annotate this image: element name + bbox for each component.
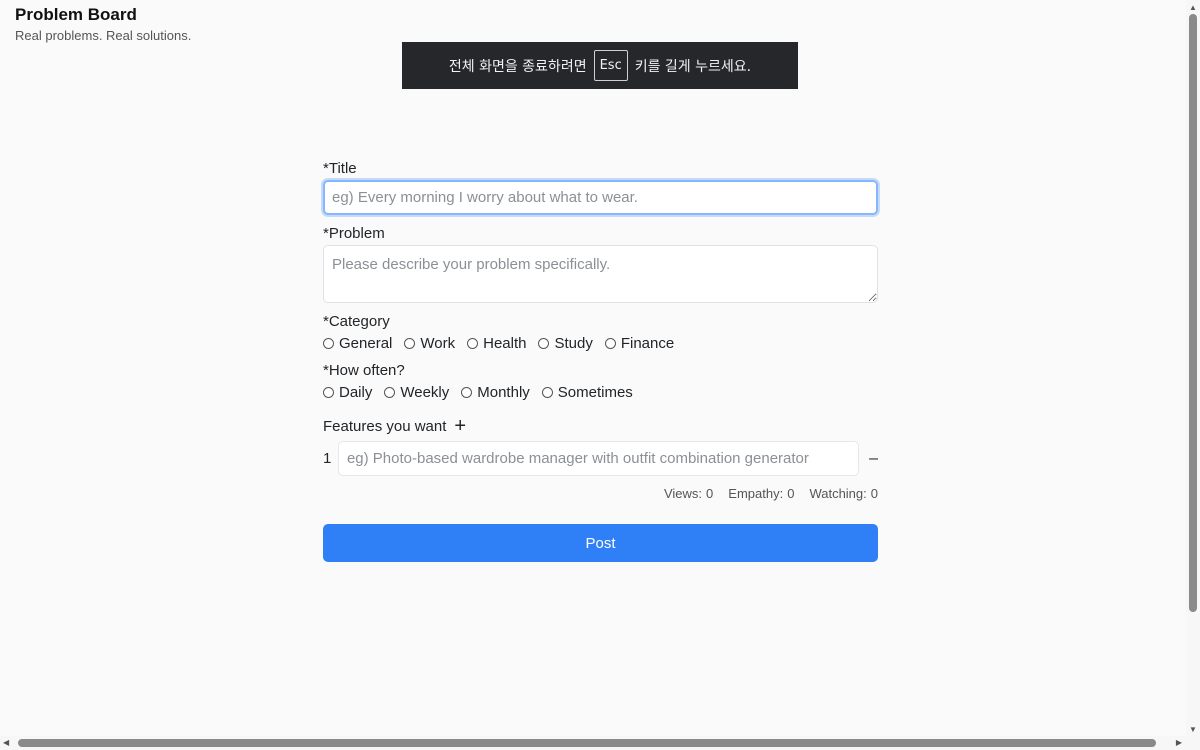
frequency-option-label: Sometimes bbox=[557, 384, 633, 401]
feature-input[interactable] bbox=[337, 441, 860, 476]
radio-circle-icon[interactable] bbox=[461, 387, 473, 398]
vertical-scrollbar[interactable]: ▲ ▼ bbox=[1186, 0, 1200, 736]
category-option-label: Work bbox=[420, 335, 456, 352]
radio-circle-icon[interactable] bbox=[467, 338, 479, 349]
category-option-finance[interactable]: Finance bbox=[604, 335, 675, 352]
radio-circle-icon[interactable] bbox=[604, 338, 616, 349]
frequency-options: Daily Weekly Monthly Sometimes bbox=[323, 384, 878, 401]
title-label: *Title bbox=[323, 160, 357, 177]
features-group: Features you want + 1 – bbox=[323, 416, 878, 476]
radio-circle-icon[interactable] bbox=[323, 387, 334, 398]
title-group: *Title bbox=[323, 160, 878, 215]
radio-circle-icon[interactable] bbox=[541, 387, 553, 398]
scroll-down-arrow-icon[interactable]: ▼ bbox=[1189, 725, 1197, 734]
category-group: *Category General Work Health Study Fina… bbox=[323, 313, 878, 352]
frequency-label: *How often? bbox=[323, 362, 405, 379]
feature-row: 1 – bbox=[323, 441, 878, 476]
brand-header: Problem Board Real problems. Real soluti… bbox=[15, 6, 191, 43]
category-option-label: Health bbox=[483, 335, 527, 352]
empathy-stat: Empathy: 0 bbox=[728, 486, 794, 501]
watching-stat: Watching: 0 bbox=[809, 486, 878, 501]
horizontal-scroll-thumb[interactable] bbox=[18, 739, 1156, 747]
radio-circle-icon[interactable] bbox=[384, 387, 396, 398]
views-count: 0 bbox=[706, 486, 714, 501]
views-stat: Views: 0 bbox=[664, 486, 713, 501]
frequency-option-monthly[interactable]: Monthly bbox=[461, 384, 530, 401]
radio-circle-icon[interactable] bbox=[404, 338, 416, 349]
scroll-left-arrow-icon[interactable]: ◀ bbox=[3, 738, 9, 747]
category-option-general[interactable]: General bbox=[323, 335, 392, 352]
frequency-option-sometimes[interactable]: Sometimes bbox=[541, 384, 633, 401]
scroll-right-arrow-icon[interactable]: ▶ bbox=[1176, 738, 1182, 747]
brand-subtitle: Real problems. Real solutions. bbox=[15, 28, 192, 43]
esc-key-badge: Esc bbox=[593, 50, 628, 81]
fullscreen-exit-notice: 전체 화면을 종료하려면 Esc 키를 길게 누르세요. bbox=[402, 42, 798, 89]
empathy-label: Empathy: bbox=[728, 486, 784, 501]
frequency-option-weekly[interactable]: Weekly bbox=[384, 384, 449, 401]
frequency-option-daily[interactable]: Daily bbox=[323, 384, 372, 401]
radio-circle-icon[interactable] bbox=[323, 338, 334, 349]
problem-group: *Problem bbox=[323, 225, 878, 303]
category-option-label: Study bbox=[554, 335, 593, 352]
frequency-option-label: Monthly bbox=[477, 384, 530, 401]
category-option-health[interactable]: Health bbox=[467, 335, 526, 352]
frequency-group: *How often? Daily Weekly Monthly Sometim… bbox=[323, 362, 878, 401]
brand-title: Problem Board bbox=[15, 5, 137, 24]
category-option-label: General bbox=[339, 335, 393, 352]
vertical-scroll-thumb[interactable] bbox=[1189, 14, 1197, 612]
category-option-label: Finance bbox=[620, 335, 675, 352]
views-label: Views: bbox=[663, 486, 703, 501]
horizontal-scrollbar[interactable]: ◀ ▶ bbox=[0, 736, 1200, 750]
add-feature-button[interactable]: + bbox=[454, 416, 466, 436]
category-options: General Work Health Study Finance bbox=[323, 335, 878, 352]
watching-count: 0 bbox=[870, 486, 878, 501]
title-input[interactable] bbox=[323, 180, 878, 215]
post-stats: Views: 0 Empathy: 0 Watching: 0 bbox=[323, 486, 878, 501]
fullscreen-notice-text-before: 전체 화면을 종료하려면 bbox=[448, 58, 587, 75]
features-label: Features you want bbox=[323, 417, 447, 435]
problem-post-form: *Title *Problem *Category General Work H… bbox=[323, 160, 878, 562]
problem-textarea[interactable] bbox=[323, 245, 878, 303]
category-option-work[interactable]: Work bbox=[404, 335, 455, 352]
empathy-count: 0 bbox=[787, 486, 795, 501]
fullscreen-notice-text-after: 키를 길게 누르세요. bbox=[634, 58, 752, 75]
frequency-option-label: Daily bbox=[339, 384, 373, 401]
category-option-study[interactable]: Study bbox=[538, 335, 593, 352]
radio-circle-icon[interactable] bbox=[538, 338, 550, 349]
problem-label: *Problem bbox=[323, 225, 385, 242]
scroll-up-arrow-icon[interactable]: ▲ bbox=[1189, 3, 1197, 12]
frequency-option-label: Weekly bbox=[400, 384, 450, 401]
features-header: Features you want + bbox=[323, 416, 878, 436]
feature-index: 1 bbox=[323, 450, 332, 467]
post-button[interactable]: Post bbox=[323, 524, 878, 562]
watching-label: Watching: bbox=[809, 486, 867, 501]
remove-feature-button[interactable]: – bbox=[869, 450, 878, 467]
category-label: *Category bbox=[323, 313, 390, 330]
